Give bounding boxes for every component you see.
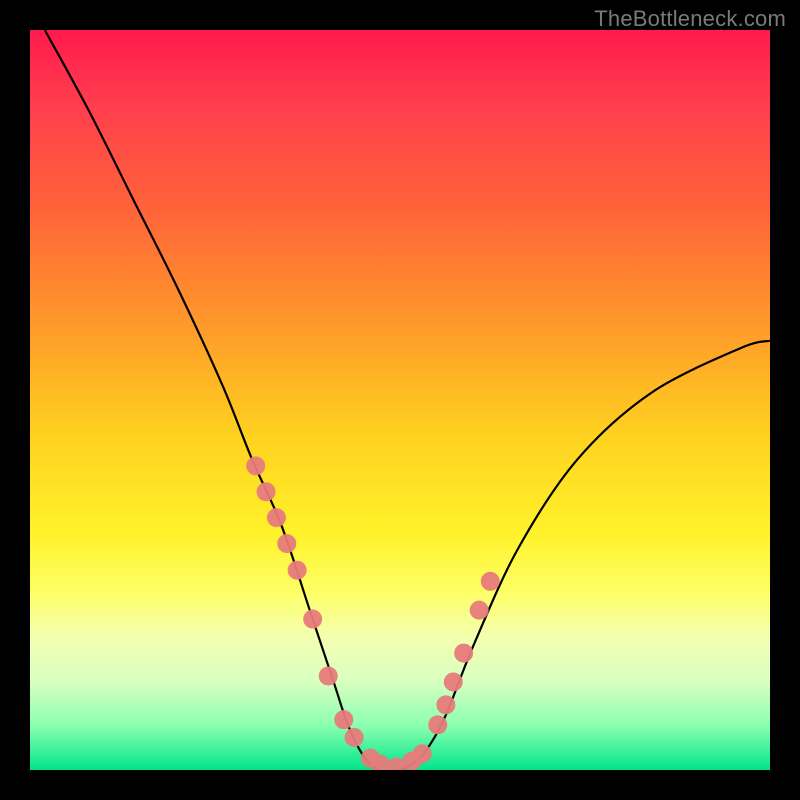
sample-dot (470, 601, 489, 620)
sample-dot (303, 610, 322, 629)
sample-dot (428, 715, 447, 734)
sample-dot (413, 744, 432, 763)
sample-dot (319, 667, 338, 686)
sample-dot (481, 572, 500, 591)
sample-dot (267, 508, 286, 527)
sample-dot (246, 456, 265, 475)
watermark-text: TheBottleneck.com (594, 6, 786, 32)
bottleneck-curve (45, 30, 770, 770)
sample-dot (334, 710, 353, 729)
bottleneck-chart (30, 30, 770, 770)
sample-dot (277, 534, 296, 553)
sample-dot (288, 561, 307, 580)
sample-dot (345, 728, 364, 747)
sample-dot (257, 482, 276, 501)
chart-frame: TheBottleneck.com (0, 0, 800, 800)
sample-dot (454, 644, 473, 663)
plot-area (30, 30, 770, 770)
sample-dot (444, 672, 463, 691)
sample-dots (246, 456, 500, 770)
sample-dot (436, 695, 455, 714)
